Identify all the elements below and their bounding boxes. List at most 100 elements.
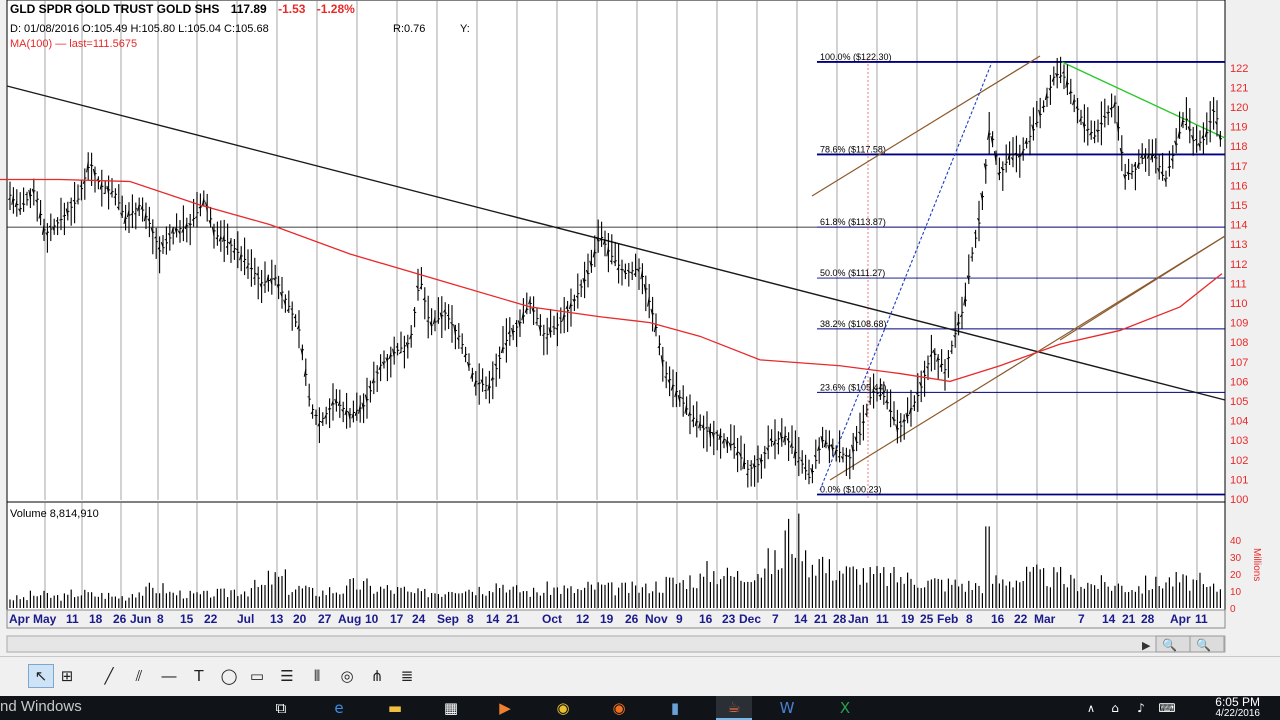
volume-tick-label: 0 bbox=[1230, 604, 1236, 615]
word-icon[interactable]: W bbox=[772, 696, 802, 720]
network-icon[interactable]: ⌂ bbox=[1104, 696, 1126, 720]
date-tick-label: 15 bbox=[180, 612, 194, 626]
cursor-tool[interactable]: ↖ bbox=[28, 664, 54, 688]
price-tick-label: 115 bbox=[1230, 200, 1248, 212]
date-tick-label: 27 bbox=[318, 612, 332, 626]
java-icon[interactable]: ☕ bbox=[716, 696, 752, 720]
ellipse-tool[interactable]: ◯ bbox=[216, 664, 242, 688]
date-tick-label: 16 bbox=[699, 612, 713, 626]
date-tick-label: 18 bbox=[89, 612, 103, 626]
price-change: -1.53 bbox=[278, 2, 306, 16]
ohlc-readout: D: 01/08/2016 O:105.49 H:105.80 L:105.04… bbox=[10, 23, 269, 35]
rectangle-tool[interactable]: ▭ bbox=[244, 664, 270, 688]
store-icon[interactable]: ▦ bbox=[436, 696, 466, 720]
price-tick-label: 101 bbox=[1230, 474, 1248, 486]
date-tick-label: 21 bbox=[1122, 612, 1136, 626]
clock-date: 4/22/2016 bbox=[1215, 708, 1261, 719]
chart-svg: 100.0% ($122.30) 78.6% ($117.58) 61.8% ($1… bbox=[0, 0, 1280, 656]
volume-tick-label: 20 bbox=[1230, 570, 1242, 581]
date-tick-label: May bbox=[33, 612, 57, 626]
horizontal-scrollbar[interactable] bbox=[6, 635, 1226, 653]
date-tick-label: 11 bbox=[1195, 612, 1208, 626]
fib-level-label: 61.8% ($113.87) bbox=[820, 217, 886, 227]
fib-level-label: 100.0% ($122.30) bbox=[820, 52, 892, 62]
date-tick-label: 8 bbox=[157, 612, 164, 626]
date-tick-label: Apr bbox=[1170, 612, 1191, 626]
price-tick-label: 119 bbox=[1230, 122, 1248, 134]
price-tick-label: 114 bbox=[1230, 220, 1248, 232]
price-tick-label: 121 bbox=[1230, 82, 1248, 94]
text-tool[interactable]: T bbox=[186, 664, 212, 688]
fib-level-label: 50.0% ($111.27) bbox=[820, 268, 885, 278]
r-readout: R:0.76 bbox=[393, 23, 425, 35]
date-tick-label: 19 bbox=[600, 612, 614, 626]
date-tick-label: 7 bbox=[1078, 612, 1085, 626]
zoom-in-icon: 🔍 bbox=[1162, 637, 1177, 652]
date-tick-label: 10 bbox=[365, 612, 379, 626]
date-tick-label: 19 bbox=[901, 612, 915, 626]
gann-tool[interactable]: ◎ bbox=[334, 664, 360, 688]
price-tick-label: 103 bbox=[1230, 435, 1248, 447]
channel-tool[interactable]: ⫽ bbox=[126, 664, 152, 688]
date-tick-label: Mar bbox=[1034, 612, 1056, 626]
date-tick-label: Nov bbox=[645, 612, 668, 626]
firefox-icon[interactable]: ◉ bbox=[604, 696, 634, 720]
price-tick-label: 105 bbox=[1230, 396, 1248, 408]
price-tick-label: 100 bbox=[1230, 494, 1248, 506]
volume-icon[interactable]: ♪ bbox=[1130, 696, 1152, 720]
scroll-right-icon[interactable]: ▶ bbox=[1142, 640, 1151, 652]
price-axis: 122 121 120 119 118 117 116 115 114 113 112 111 110 1… bbox=[1230, 63, 1248, 506]
date-tick-label: 21 bbox=[506, 612, 520, 626]
date-tick-label: 25 bbox=[920, 612, 934, 626]
notes-icon[interactable]: ▮ bbox=[660, 696, 690, 720]
last-price: 117.89 bbox=[231, 2, 267, 16]
media-icon[interactable]: ▶ bbox=[490, 696, 520, 720]
date-tick-label: 11 bbox=[876, 612, 889, 626]
date-tick-label: Dec bbox=[739, 612, 761, 626]
date-tick-label: Apr bbox=[9, 612, 30, 626]
chrome-icon[interactable]: ◉ bbox=[548, 696, 578, 720]
price-tick-label: 102 bbox=[1230, 455, 1248, 467]
date-tick-label: 21 bbox=[814, 612, 828, 626]
system-clock[interactable]: 6:05 PM 4/22/2016 bbox=[1215, 696, 1260, 720]
price-tick-label: 110 bbox=[1230, 298, 1248, 310]
price-tick-label: 108 bbox=[1230, 337, 1248, 349]
date-tick-label: 14 bbox=[486, 612, 500, 626]
date-tick-label: 11 bbox=[66, 612, 79, 626]
crosshair-tool[interactable]: ⊞ bbox=[54, 664, 80, 688]
line-tool[interactable]: ╱ bbox=[96, 664, 122, 688]
date-tick-label: Jun bbox=[130, 612, 151, 626]
horizontal-line-tool[interactable]: ― bbox=[156, 664, 182, 688]
fibonacci-tool[interactable]: ☰ bbox=[274, 664, 300, 688]
date-tick-label: 14 bbox=[1102, 612, 1116, 626]
price-tick-label: 111 bbox=[1230, 278, 1247, 290]
task-view-icon[interactable]: ⧉ bbox=[266, 696, 296, 720]
price-tick-label: 107 bbox=[1230, 357, 1248, 369]
date-tick-label: Jan bbox=[848, 612, 869, 626]
volume-tick-label: 10 bbox=[1230, 587, 1242, 598]
windows-taskbar: nd Windows ⧉ e ▬ ▦ ▶ ◉ ◉ ▮ ☕ W X ∧ ⌂ ♪ ⌨… bbox=[0, 696, 1280, 720]
activate-windows-watermark: nd Windows bbox=[0, 698, 82, 715]
date-tick-label: 13 bbox=[270, 612, 284, 626]
volume-unit-label: Millions bbox=[1251, 548, 1262, 581]
price-tick-label: 118 bbox=[1230, 141, 1248, 153]
date-tick-label: 7 bbox=[772, 612, 779, 626]
cycle-tool[interactable]: ⦀ bbox=[304, 664, 330, 688]
price-tick-label: 113 bbox=[1230, 239, 1248, 251]
y-readout: Y: bbox=[460, 23, 470, 35]
speed-lines-tool[interactable]: ≣ bbox=[394, 664, 420, 688]
tray-expand-icon[interactable]: ∧ bbox=[1082, 696, 1100, 720]
price-tick-label: 104 bbox=[1230, 416, 1248, 428]
keyboard-icon[interactable]: ⌨ bbox=[1156, 696, 1178, 720]
date-tick-label: 8 bbox=[467, 612, 474, 626]
andrews-pitchfork-tool[interactable]: ⋔ bbox=[364, 664, 390, 688]
clock-time: 6:05 PM bbox=[1215, 695, 1260, 709]
date-tick-label: 26 bbox=[625, 612, 639, 626]
file-explorer-icon[interactable]: ▬ bbox=[380, 696, 410, 720]
price-panel[interactable] bbox=[6, 0, 1226, 503]
ma-legend: MA(100) — last=111.5675 bbox=[10, 38, 137, 50]
excel-icon[interactable]: X bbox=[830, 696, 860, 720]
date-tick-label: 28 bbox=[1141, 612, 1155, 626]
edge-icon[interactable]: e bbox=[324, 696, 354, 720]
date-tick-label: 20 bbox=[293, 612, 307, 626]
